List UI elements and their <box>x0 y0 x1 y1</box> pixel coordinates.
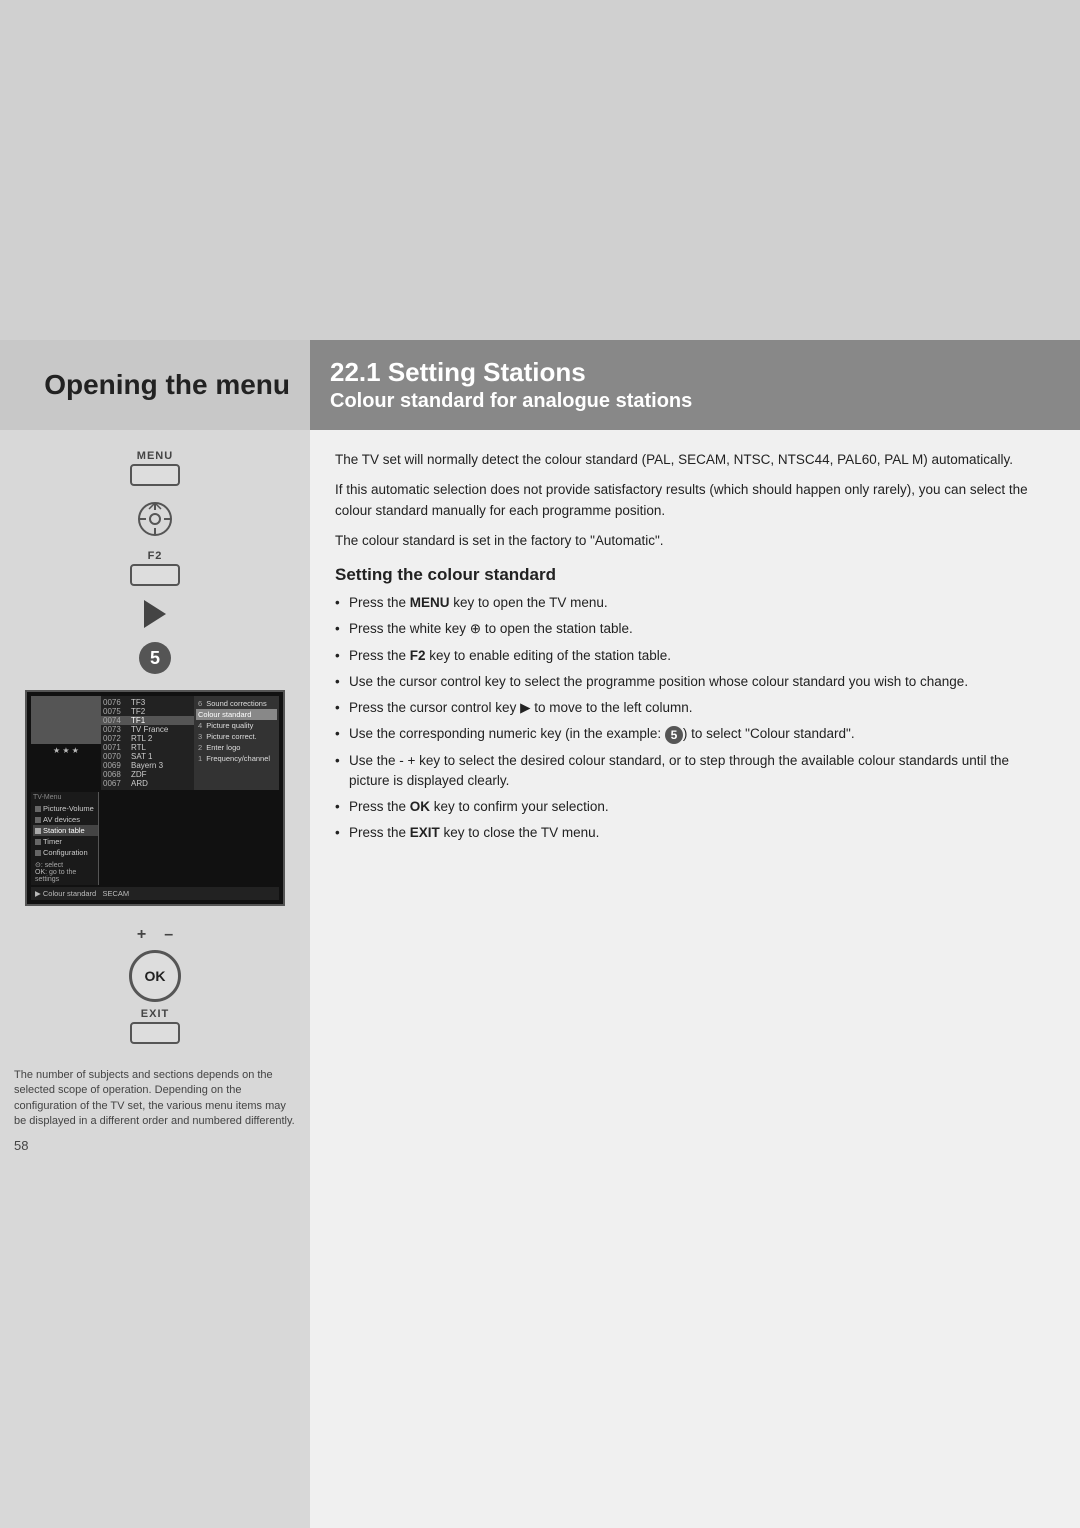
content-row: MENU F2 <box>0 430 1080 1528</box>
page-number: 58 <box>14 1138 296 1153</box>
tv-channel-item: 0075TF2 <box>101 707 194 716</box>
bullet-item: Press the white key ⊕ to open the statio… <box>335 619 1050 639</box>
tv-channel-item-highlighted: 0074TF1 <box>101 716 194 725</box>
f2-rect-button[interactable] <box>130 564 180 586</box>
plus-minus-row: + – <box>137 926 173 944</box>
bullet-item: Press the MENU key to open the TV menu. <box>335 593 1050 613</box>
bullet-item: Press the OK key to confirm your selecti… <box>335 797 1050 817</box>
right-header: 22.1 Setting Stations Colour standard fo… <box>310 340 1080 430</box>
subsection-title: Setting the colour standard <box>335 565 1050 585</box>
menu-label: MENU <box>137 450 173 462</box>
menu-rect-button[interactable] <box>130 464 180 486</box>
page: Opening the menu 22.1 Setting Stations C… <box>0 0 1080 1528</box>
page-title: Opening the menu <box>44 368 290 402</box>
tv-bottom-bar: ▶ Colour standard SECAM <box>31 887 279 900</box>
ok-button[interactable]: OK <box>129 950 181 1002</box>
bullet-item: Press the cursor control key ▶ to move t… <box>335 698 1050 718</box>
tv-right-item: 3 Picture correct. <box>196 731 277 742</box>
number-5-button[interactable]: 5 <box>139 642 171 674</box>
tv-right-item: 6 Sound corrections <box>196 698 277 709</box>
left-panel: MENU F2 <box>0 430 310 1528</box>
section-title: 22.1 Setting Stations <box>330 357 1060 388</box>
bullet-item: Use the corresponding numeric key (in th… <box>335 724 1050 744</box>
tv-right-item-highlighted: Colour standard <box>196 709 277 720</box>
tv-channel-item: 0072RTL 2 <box>101 734 194 743</box>
tv-channel-item: 0076TF3 <box>101 698 194 707</box>
footer-note: The number of subjects and sections depe… <box>14 1068 296 1130</box>
exit-label: EXIT <box>141 1008 169 1020</box>
cursor-right-icon <box>144 600 166 628</box>
tv-channel-list: 0076TF3 0075TF2 0074TF1 0073TV France 00… <box>101 696 194 790</box>
right-content: The TV set will normally detect the colo… <box>310 430 1080 1528</box>
section-subtitle: Colour standard for analogue stations <box>330 390 1060 413</box>
paragraph-1: The TV set will normally detect the colo… <box>335 450 1050 470</box>
tv-channel-item: 0073TV France <box>101 725 194 734</box>
tv-channel-item: 0071RTL <box>101 743 194 752</box>
header-row: Opening the menu 22.1 Setting Stations C… <box>0 340 1080 430</box>
bullet-item: Use the - + key to select the desired co… <box>335 751 1050 792</box>
tv-channel-item: 0067ARD <box>101 779 194 788</box>
bullet-item: Press the EXIT key to close the TV menu. <box>335 823 1050 843</box>
tv-right-item: 1 Frequency/channel <box>196 753 277 764</box>
tv-screenshot: ★ ★ ★ 0076TF3 0075TF2 0074TF1 0073TV Fra… <box>25 690 285 906</box>
paragraph-3: The colour standard is set in the factor… <box>335 531 1050 551</box>
tv-channel-item: 0070SAT 1 <box>101 752 194 761</box>
plus-label: + <box>137 926 146 944</box>
tv-right-col: 6 Sound corrections Colour standard 4 Pi… <box>194 696 279 790</box>
top-gray-area <box>0 0 1080 340</box>
menu-button-group: MENU <box>130 450 180 486</box>
left-header: Opening the menu <box>0 340 310 430</box>
ok-exit-group: + – OK EXIT <box>129 926 181 1044</box>
paragraph-2: If this automatic selection does not pro… <box>335 480 1050 521</box>
minus-label: – <box>164 926 173 944</box>
tv-right-item: 2 Enter logo <box>196 742 277 753</box>
tv-channel-item: 0069Bayern 3 <box>101 761 194 770</box>
exit-rect-button[interactable] <box>130 1022 180 1044</box>
bullet-item: Press the F2 key to enable editing of th… <box>335 646 1050 666</box>
bullet-item: Use the cursor control key to select the… <box>335 672 1050 692</box>
antenna-icon <box>136 500 174 538</box>
tv-channel-item: 0068ZDF <box>101 770 194 779</box>
f2-button-group: F2 <box>130 550 180 586</box>
bullet-list: Press the MENU key to open the TV menu. … <box>335 593 1050 844</box>
f2-label: F2 <box>148 550 163 562</box>
tv-right-item: 4 Picture quality <box>196 720 277 731</box>
exit-group: EXIT <box>130 1008 180 1044</box>
